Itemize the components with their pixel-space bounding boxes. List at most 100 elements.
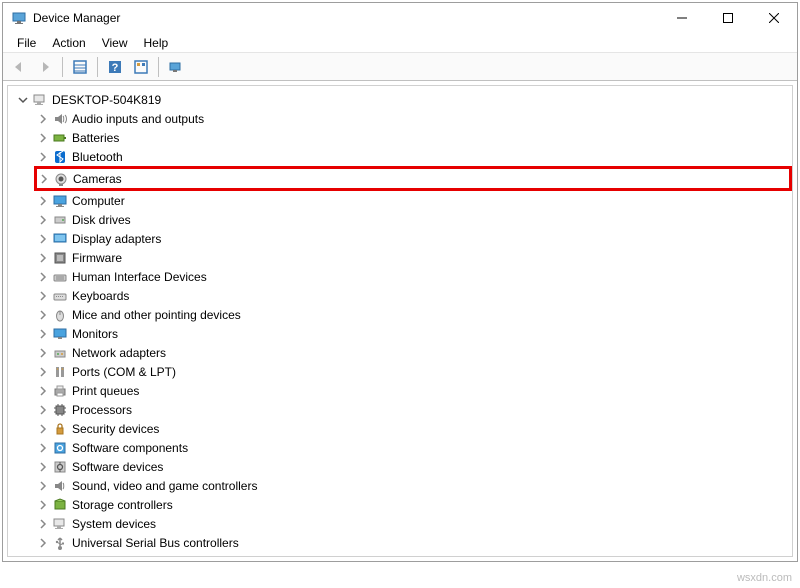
app-icon <box>11 10 27 26</box>
chevron-right-icon[interactable] <box>36 498 50 512</box>
chevron-right-icon[interactable] <box>36 422 50 436</box>
toolbar: ? <box>3 53 797 81</box>
toolbar-properties-button[interactable] <box>68 55 92 79</box>
chevron-right-icon[interactable] <box>36 365 50 379</box>
audio-icon <box>52 111 68 127</box>
menu-file[interactable]: File <box>9 34 44 52</box>
tree-item-label: Firmware <box>72 251 122 265</box>
tree-item-label: Processors <box>72 403 132 417</box>
chevron-right-icon[interactable] <box>36 384 50 398</box>
keyboard-icon <box>52 288 68 304</box>
device-tree[interactable]: DESKTOP-504K819 Audio inputs and outputs… <box>7 85 793 557</box>
chevron-right-icon[interactable] <box>36 536 50 550</box>
tree-item-sound[interactable]: Sound, video and game controllers <box>36 476 792 495</box>
chevron-right-icon[interactable] <box>36 232 50 246</box>
tree-item-label: Monitors <box>72 327 118 341</box>
tree-item-display[interactable]: Display adapters <box>36 229 792 248</box>
tree-item-camera[interactable]: Cameras <box>34 166 792 191</box>
hid-icon <box>52 269 68 285</box>
chevron-right-icon[interactable] <box>36 112 50 126</box>
tree-item-mouse[interactable]: Mice and other pointing devices <box>36 305 792 324</box>
chevron-right-icon[interactable] <box>36 327 50 341</box>
toolbar-forward-button[interactable] <box>33 55 57 79</box>
computer-icon <box>52 193 68 209</box>
menubar: File Action View Help <box>3 33 797 53</box>
toolbar-showhidden-button[interactable] <box>164 55 188 79</box>
tree-item-label: Print queues <box>72 384 139 398</box>
chevron-right-icon[interactable] <box>36 460 50 474</box>
chevron-right-icon[interactable] <box>36 479 50 493</box>
chevron-right-icon[interactable] <box>36 270 50 284</box>
tree-item-battery[interactable]: Batteries <box>36 128 792 147</box>
tree-item-audio[interactable]: Audio inputs and outputs <box>36 109 792 128</box>
printer-icon <box>52 383 68 399</box>
tree-item-printer[interactable]: Print queues <box>36 381 792 400</box>
maximize-button[interactable] <box>705 3 751 33</box>
chevron-right-icon[interactable] <box>36 403 50 417</box>
window-title: Device Manager <box>33 11 120 25</box>
menu-help[interactable]: Help <box>136 34 177 52</box>
toolbar-back-button[interactable] <box>7 55 31 79</box>
tree-item-keyboard[interactable]: Keyboards <box>36 286 792 305</box>
tree-item-bluetooth[interactable]: Bluetooth <box>36 147 792 166</box>
tree-item-label: Security devices <box>72 422 159 436</box>
mouse-icon <box>52 307 68 323</box>
expand-icon[interactable] <box>16 93 30 107</box>
tree-item-label: Network adapters <box>72 346 166 360</box>
tree-item-label: Batteries <box>72 131 119 145</box>
tree-item-port[interactable]: Ports (COM & LPT) <box>36 362 792 381</box>
tree-item-usb[interactable]: Universal Serial Bus controllers <box>36 533 792 552</box>
tree-item-label: System devices <box>72 517 156 531</box>
toolbar-help-button[interactable]: ? <box>103 55 127 79</box>
close-button[interactable] <box>751 3 797 33</box>
tree-item-label: Storage controllers <box>72 498 173 512</box>
chevron-right-icon[interactable] <box>36 441 50 455</box>
tree-item-cpu[interactable]: Processors <box>36 400 792 419</box>
tree-item-firmware[interactable]: Firmware <box>36 248 792 267</box>
display-icon <box>52 231 68 247</box>
tree-item-disk[interactable]: Disk drives <box>36 210 792 229</box>
minimize-button[interactable] <box>659 3 705 33</box>
tree-item-security[interactable]: Security devices <box>36 419 792 438</box>
chevron-right-icon[interactable] <box>36 308 50 322</box>
tree-item-softdev[interactable]: Software devices <box>36 457 792 476</box>
tree-item-label: Mice and other pointing devices <box>72 308 241 322</box>
menu-view[interactable]: View <box>94 34 136 52</box>
tree-item-label: Universal Serial Bus controllers <box>72 536 239 550</box>
camera-icon <box>53 171 69 187</box>
tree-item-label: Display adapters <box>72 232 161 246</box>
device-manager-window: Device Manager File Action View Help <box>2 2 798 562</box>
tree-item-label: Disk drives <box>72 213 131 227</box>
tree-item-label: Software devices <box>72 460 163 474</box>
storage-icon <box>52 497 68 513</box>
chevron-right-icon[interactable] <box>37 172 51 186</box>
menu-action[interactable]: Action <box>44 34 93 52</box>
tree-item-softcomp[interactable]: Software components <box>36 438 792 457</box>
tree-item-hid[interactable]: Human Interface Devices <box>36 267 792 286</box>
chevron-right-icon[interactable] <box>36 289 50 303</box>
chevron-right-icon[interactable] <box>36 213 50 227</box>
tree-item-label: Cameras <box>73 172 122 186</box>
chevron-right-icon[interactable] <box>36 251 50 265</box>
tree-item-computer[interactable]: Computer <box>36 191 792 210</box>
tree-item-network[interactable]: Network adapters <box>36 343 792 362</box>
chevron-right-icon[interactable] <box>36 346 50 360</box>
chevron-right-icon[interactable] <box>36 517 50 531</box>
toolbar-separator <box>97 57 98 77</box>
toolbar-separator <box>62 57 63 77</box>
chevron-right-icon[interactable] <box>36 150 50 164</box>
tree-item-label: Sound, video and game controllers <box>72 479 257 493</box>
tree-item-label: Bluetooth <box>72 150 123 164</box>
tree-item-monitor[interactable]: Monitors <box>36 324 792 343</box>
softdev-icon <box>52 459 68 475</box>
chevron-right-icon[interactable] <box>36 194 50 208</box>
system-icon <box>52 516 68 532</box>
computer-icon <box>32 92 48 108</box>
tree-item-storage[interactable]: Storage controllers <box>36 495 792 514</box>
tree-item-system[interactable]: System devices <box>36 514 792 533</box>
tree-root-node[interactable]: DESKTOP-504K819 <box>16 90 792 109</box>
bluetooth-icon <box>52 149 68 165</box>
chevron-right-icon[interactable] <box>36 131 50 145</box>
toolbar-scan-button[interactable] <box>129 55 153 79</box>
titlebar: Device Manager <box>3 3 797 33</box>
